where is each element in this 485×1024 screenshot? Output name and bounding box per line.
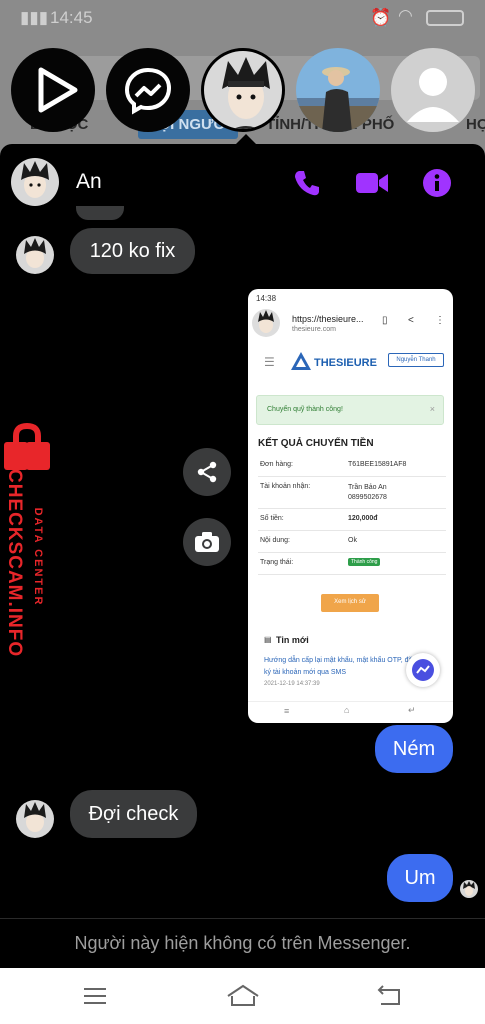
sender-avatar (16, 236, 54, 274)
shot-url: https://thesieure... (292, 314, 364, 324)
shot-history-button: Xem lịch sử (321, 594, 379, 612)
person-photo-chat-head[interactable] (296, 48, 380, 132)
previous-message-edge (76, 206, 124, 220)
message-bubble-outgoing[interactable]: Um (387, 854, 453, 902)
system-nav-bar (0, 968, 485, 1024)
shot-brand: THESIEURE (314, 357, 377, 369)
info-icon[interactable] (422, 168, 452, 198)
ninja-avatar-icon (258, 310, 274, 333)
default-user-icon (407, 68, 459, 122)
shot-domain: thesieure.com (292, 326, 336, 333)
messenger-chat-head[interactable] (106, 48, 190, 132)
video-call-icon[interactable] (354, 169, 390, 197)
unavailable-notice-text: Người này hiện không có trên Messenger. (74, 933, 411, 953)
back-icon: ↵ (408, 705, 416, 715)
news-icon: ▤ (264, 635, 272, 644)
alarm-icon: ⏰ (370, 8, 392, 27)
row-label: Đơn hàng: (260, 461, 294, 468)
ninja-avatar-icon (24, 802, 46, 832)
shot-news-date: 2021-12-19 14:37:39 (264, 681, 320, 687)
status-time: 14:45 (50, 8, 93, 27)
shot-nav-bar: ≡ ⌂ ↵ (248, 701, 453, 723)
shot-result-row: Đơn hàng: T61BEE15891AF8 (258, 455, 446, 477)
status-bar: ▮▮▮ 14:45 ⏰ ◠ (0, 0, 485, 36)
close-icon: × (429, 404, 435, 414)
message-bubble-incoming[interactable]: Đợi check (70, 790, 197, 838)
ninja-avatar-icon (463, 881, 475, 896)
person-photo-icon (296, 67, 380, 132)
shot-heading: KẾT QUẢ CHUYỂN TIỀN (258, 438, 374, 449)
wifi-icon: ◠ (398, 6, 413, 25)
message-bubble-outgoing[interactable]: Ném (375, 725, 453, 773)
seen-receipt-avatar (460, 880, 478, 898)
play-icon (38, 67, 78, 113)
shot-alert-text: Chuyển quỹ thành công! (267, 406, 343, 413)
home-icon: ⌂ (344, 705, 350, 715)
contact-name[interactable]: An (76, 170, 102, 194)
share-icon (197, 461, 217, 483)
shot-result-row: Trạng thái: Thành công (258, 553, 446, 575)
home-icon[interactable] (226, 984, 260, 1008)
watermark-checkscam: CHECKSCAM.INFO (4, 469, 25, 658)
bookmark-icon: ▯ (382, 315, 388, 326)
share-icon: < (408, 315, 414, 326)
sender-avatar (16, 800, 54, 838)
shot-result-row: Nội dung: Ok (258, 531, 446, 553)
phone-call-icon[interactable] (292, 168, 322, 198)
recent-apps-icon[interactable] (82, 986, 108, 1006)
ninja-avatar-icon (24, 238, 46, 268)
contact-avatar[interactable] (11, 158, 59, 206)
shot-result-row: Số tiền: 120,000đ (258, 509, 446, 531)
row-label: Tài khoản nhận: (260, 483, 311, 490)
row-value: T61BEE15891AF8 (348, 461, 407, 468)
shot-avatar (252, 309, 280, 337)
row-status-badge: Thành công (348, 558, 381, 566)
signal-icon: ▮▮▮ (20, 8, 49, 27)
menu-icon: ☰ (264, 355, 275, 369)
more-icon: ⋮ (435, 315, 445, 326)
message-bubble-incoming[interactable]: 120 ko fix (70, 228, 195, 274)
row-value: 120,000đ (348, 515, 378, 522)
menu-icon: ≡ (284, 706, 290, 716)
play-chat-head[interactable] (11, 48, 95, 132)
shot-status-time: 14:38 (256, 294, 277, 303)
row-value: Trần Bảo An 0899502678 (348, 484, 387, 501)
shot-news-title: Tin mới (276, 635, 309, 645)
row-label: Số tiền: (260, 515, 284, 522)
camera-icon (195, 532, 219, 552)
ninja-avatar-chat-head[interactable] (201, 48, 285, 132)
shared-screenshot-image[interactable]: 14:38 https://thesieure... thesieure.com… (248, 289, 453, 723)
unavailable-notice: Người này hiện không có trên Messenger. (0, 918, 485, 968)
camera-button[interactable] (183, 518, 231, 566)
shot-success-alert: Chuyển quỹ thành công! × (256, 395, 444, 425)
share-button[interactable] (183, 448, 231, 496)
row-label: Nội dung: (260, 537, 290, 544)
messenger-icon (124, 67, 172, 115)
back-icon[interactable] (377, 984, 405, 1008)
messenger-icon (412, 659, 434, 681)
row-label: Trạng thái: (260, 559, 294, 566)
thesieure-logo-icon (291, 352, 311, 370)
shot-user-button: Nguyễn Thanh (388, 353, 444, 367)
active-head-pointer (236, 134, 256, 144)
default-user-chat-head[interactable] (391, 48, 475, 132)
watermark-data-center: DATA CENTER (32, 507, 44, 607)
shot-result-row: Tài khoản nhận: Trần Bảo An 0899502678 (258, 477, 446, 509)
battery-icon (426, 10, 464, 26)
tab-family[interactable]: HỌ (466, 116, 485, 133)
ninja-avatar-icon (21, 161, 49, 198)
row-value: Ok (348, 537, 357, 544)
shot-messenger-bubble (406, 653, 440, 687)
shot-news-link: Hướng dẫn cấp lại mật khẩu, mật khẩu OTP… (264, 657, 421, 676)
